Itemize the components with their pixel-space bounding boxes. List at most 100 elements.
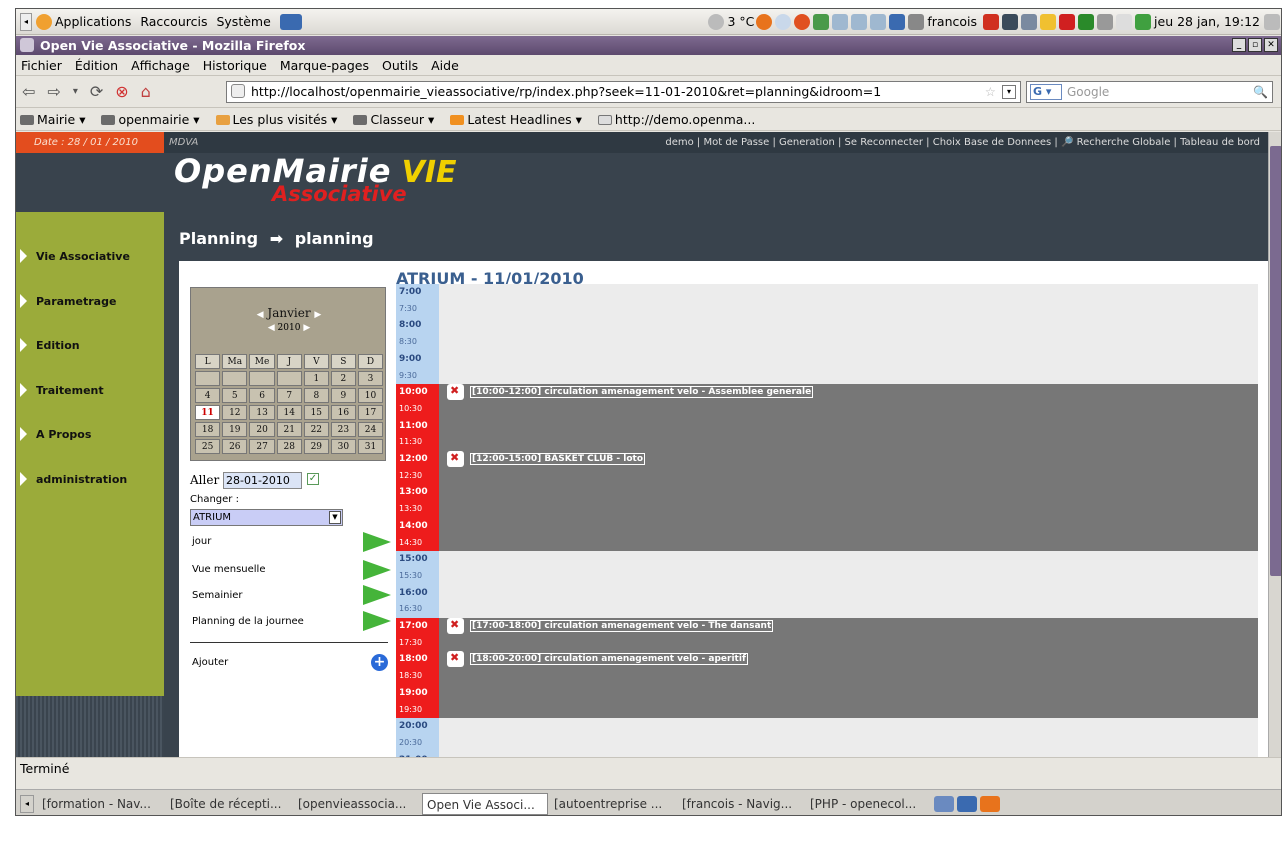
free-row[interactable] [439,734,1258,753]
trash-icon[interactable] [957,795,977,812]
aller-date-input[interactable]: 28-01-2010 [223,472,302,489]
menu-outils[interactable]: Outils [382,58,418,73]
calendar-day[interactable]: 20 [249,422,275,437]
free-row[interactable] [439,284,1258,302]
bookmark-classeur[interactable]: Classeur ▾ [353,112,434,127]
free-row[interactable] [439,584,1258,602]
scrollbar-thumb[interactable] [1270,146,1281,576]
bookmark-star-icon[interactable]: ☆ [985,82,996,102]
prev-month-icon[interactable]: ◀ [257,310,264,320]
header-links[interactable]: demo | Mot de Passe | Generation | Se Re… [665,132,1260,153]
terminal-icon[interactable] [1002,13,1019,30]
runner-icon[interactable] [1135,13,1152,30]
app-launcher-icon[interactable] [870,13,887,30]
history-dropdown-icon[interactable]: ▾ [73,86,78,97]
back-arrow-icon[interactable]: ⇦ [22,82,35,101]
go-semainier-arrow-icon[interactable] [363,585,391,605]
reload-icon[interactable]: ⟳ [90,82,103,101]
delete-event-icon[interactable] [447,618,464,634]
free-row[interactable] [439,300,1258,318]
free-row[interactable] [439,317,1258,335]
calendar-day[interactable]: 3 [357,371,383,386]
booked-row[interactable] [439,484,1258,502]
calendar-day[interactable]: 24 [357,422,383,437]
event-entry[interactable]: [18:00-20:00] circulation amenagement ve… [447,651,748,668]
notes-icon[interactable] [1116,13,1133,30]
free-row[interactable] [439,601,1258,619]
go-planning-arrow-icon[interactable] [363,611,391,631]
calendar-day[interactable]: 26 [222,439,248,454]
calendar-day[interactable]: 23 [330,422,356,437]
sidebar-item-administration[interactable]: administration [16,470,164,490]
room-select[interactable]: ATRIUM ▼ [190,509,343,526]
update-icon[interactable] [1059,13,1076,30]
go-jour-arrow-icon[interactable] [363,532,391,552]
link-vue-mensuelle[interactable]: Vue mensuelle [192,564,265,575]
booked-row[interactable] [439,668,1258,686]
calendar-day[interactable]: 12 [222,405,248,420]
sidebar-item-vie-associative[interactable]: Vie Associative [16,247,164,267]
free-row[interactable] [439,718,1258,736]
go-mensuelle-arrow-icon[interactable] [363,560,391,580]
page-scrollbar[interactable] [1268,132,1281,757]
next-year-icon[interactable]: ▶ [303,323,310,333]
booked-row[interactable] [439,434,1258,452]
bookmark-latest-headlines[interactable]: Latest Headlines ▾ [450,112,582,127]
calendar-day[interactable]: 2 [330,371,356,386]
sidebar-item-a-propos[interactable]: A Propos [16,425,164,445]
panel-hide-button[interactable]: ◂ [20,12,32,31]
task-boite-reception[interactable]: [Boîte de récepti... [166,793,292,815]
delete-event-icon[interactable] [447,384,464,401]
free-row[interactable] [439,551,1258,569]
firefox-tray-icon[interactable] [980,795,1000,812]
monitor-icon[interactable] [279,13,302,30]
app-launcher-icon[interactable] [813,13,830,30]
calendar-day[interactable]: 31 [357,439,383,454]
show-desktop-icon[interactable] [934,795,954,812]
booked-row[interactable] [439,684,1258,702]
search-box[interactable]: G ▾ Google 🔍 [1026,81,1273,103]
panel-username[interactable]: francois [927,14,977,29]
calendar-day[interactable]: 9 [330,388,356,403]
search-engine-google-icon[interactable]: G ▾ [1030,84,1062,100]
calendar-day[interactable]: 16 [330,405,356,420]
menu-aide[interactable]: Aide [431,58,459,73]
task-open-vie-associative[interactable]: Open Vie Associ... [422,792,548,815]
taskbar-hide-button[interactable]: ◂ [20,794,34,813]
network-icon[interactable] [1078,13,1095,30]
calendar-day[interactable]: 13 [249,405,275,420]
calendar-day[interactable]: 30 [330,439,356,454]
app-launcher-icon[interactable] [832,13,849,30]
maximize-button[interactable]: ▫ [1248,38,1262,52]
booked-row[interactable] [439,400,1258,419]
bookmark-mairie[interactable]: Mairie ▾ [20,112,85,127]
task-francois-navig[interactable]: [francois - Navig... [678,793,804,815]
menu-fichier[interactable]: Fichier [21,58,62,73]
calendar-day[interactable]: 6 [249,388,275,403]
volume-icon[interactable] [1097,13,1114,30]
panel-clock[interactable]: jeu 28 jan, 19:12 [1154,14,1260,29]
free-row[interactable] [439,350,1258,368]
chevron-down-icon[interactable]: ▼ [329,511,341,524]
search-icon[interactable]: 🔍 [1253,82,1268,102]
bookmark-openmairie[interactable]: openmairie ▾ [101,112,200,127]
task-autoentreprise[interactable]: [autoentreprise ... [550,793,676,815]
calendar-day[interactable]: 8 [303,388,329,403]
next-month-icon[interactable]: ▶ [314,310,321,320]
free-row[interactable] [439,567,1258,586]
applications-menu[interactable]: Applications [55,14,131,29]
booked-row[interactable] [439,517,1258,535]
calendar-day[interactable]: 29 [303,439,329,454]
booked-row[interactable] [439,417,1258,435]
calendar-day[interactable]: 22 [303,422,329,437]
event-label[interactable]: [10:00-12:00] circulation amenagement ve… [470,386,814,399]
calendar-day[interactable]: 19 [222,422,248,437]
stop-icon[interactable]: ⊗ [115,82,128,101]
task-formation[interactable]: [formation - Nav... [38,793,164,815]
bookmark-plus-visites[interactable]: Les plus visités ▾ [215,112,337,127]
link-jour[interactable]: jour [192,536,211,547]
delete-event-icon[interactable] [447,451,464,467]
url-dropdown-icon[interactable]: ▾ [1002,85,1016,99]
sidebar-item-edition[interactable]: Edition [16,336,164,356]
lifebuoy-launcher-icon[interactable] [794,13,811,30]
